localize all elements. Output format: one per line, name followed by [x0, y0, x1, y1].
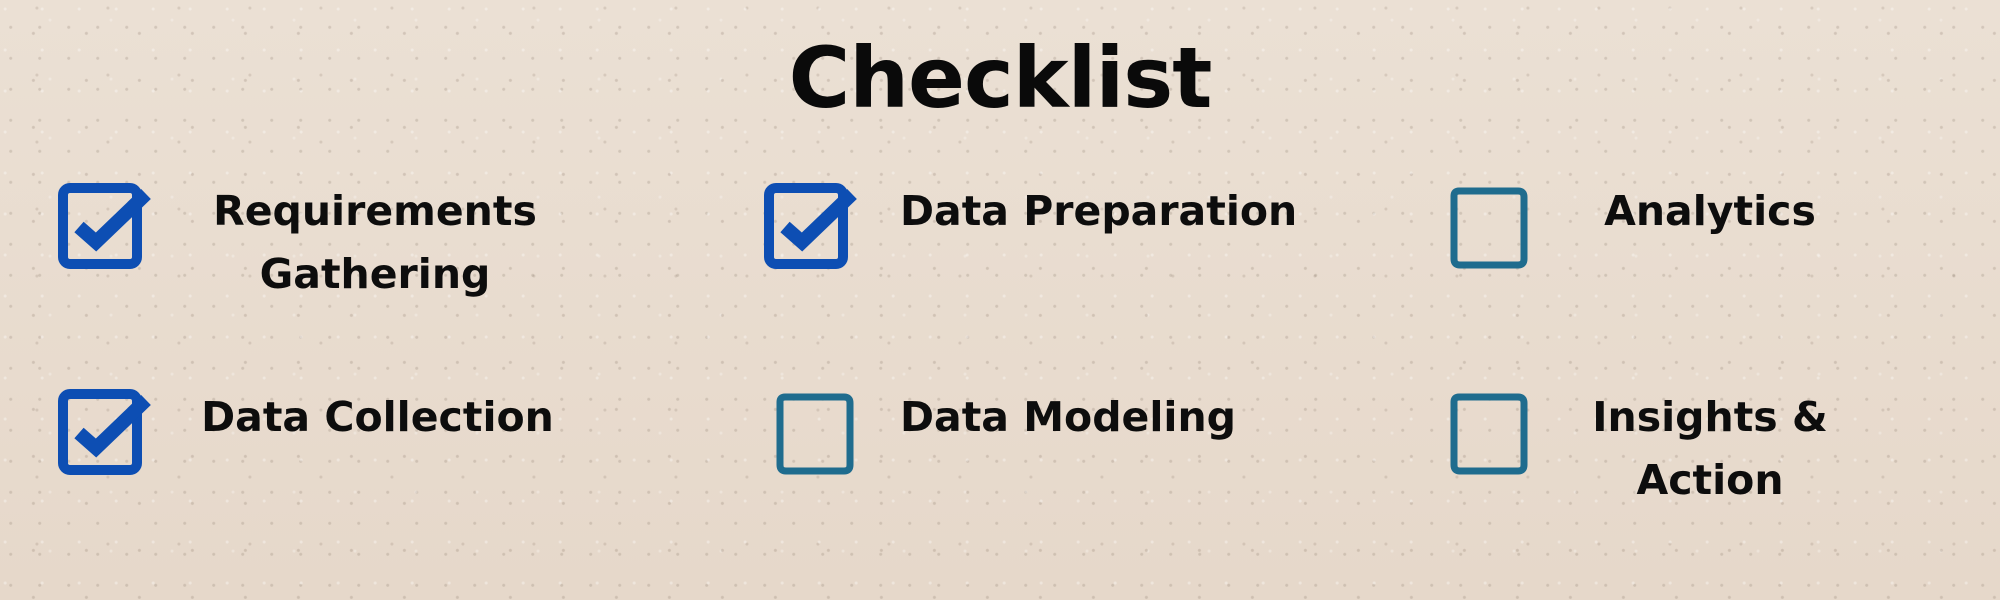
checklist: Requirements Gathering Data Preparation …	[0, 0, 2000, 600]
empty-box-icon	[1450, 393, 1528, 475]
checklist-item-label: Insights & Action	[1560, 386, 1860, 512]
checked-box-icon	[58, 389, 151, 475]
empty-box-icon	[1450, 187, 1528, 269]
checklist-item-label-line1: Insights &	[1592, 393, 1828, 441]
checked-box-icon	[58, 183, 151, 269]
checklist-item-label: Data Modeling	[900, 386, 1280, 449]
checklist-checkbox[interactable]	[764, 182, 860, 272]
checklist-item-label-line1: Analytics	[1604, 187, 1816, 235]
checklist-item-label-line1: Data Modeling	[900, 393, 1237, 441]
checklist-item-label: Analytics	[1560, 180, 1860, 243]
checklist-checkbox[interactable]	[1446, 186, 1532, 272]
checklist-checkbox[interactable]	[58, 182, 154, 272]
checklist-checkbox[interactable]	[1446, 392, 1532, 478]
checklist-item-label-line2: Action	[1636, 456, 1784, 504]
checklist-item-label-line2: Gathering	[259, 250, 491, 298]
checklist-item-label: Data Preparation	[900, 180, 1320, 243]
checklist-checkbox[interactable]	[58, 388, 154, 478]
checklist-item-label-line1: Data Preparation	[900, 187, 1298, 235]
checklist-item-label-line1: Requirements	[213, 187, 537, 235]
checklist-item-label: Data Collection	[180, 386, 575, 449]
checklist-checkbox[interactable]	[772, 392, 858, 478]
checklist-item-label: Requirements Gathering	[180, 180, 570, 306]
checked-box-icon	[764, 183, 857, 269]
empty-box-icon	[776, 393, 854, 475]
checklist-item-label-line1: Data Collection	[201, 393, 554, 441]
